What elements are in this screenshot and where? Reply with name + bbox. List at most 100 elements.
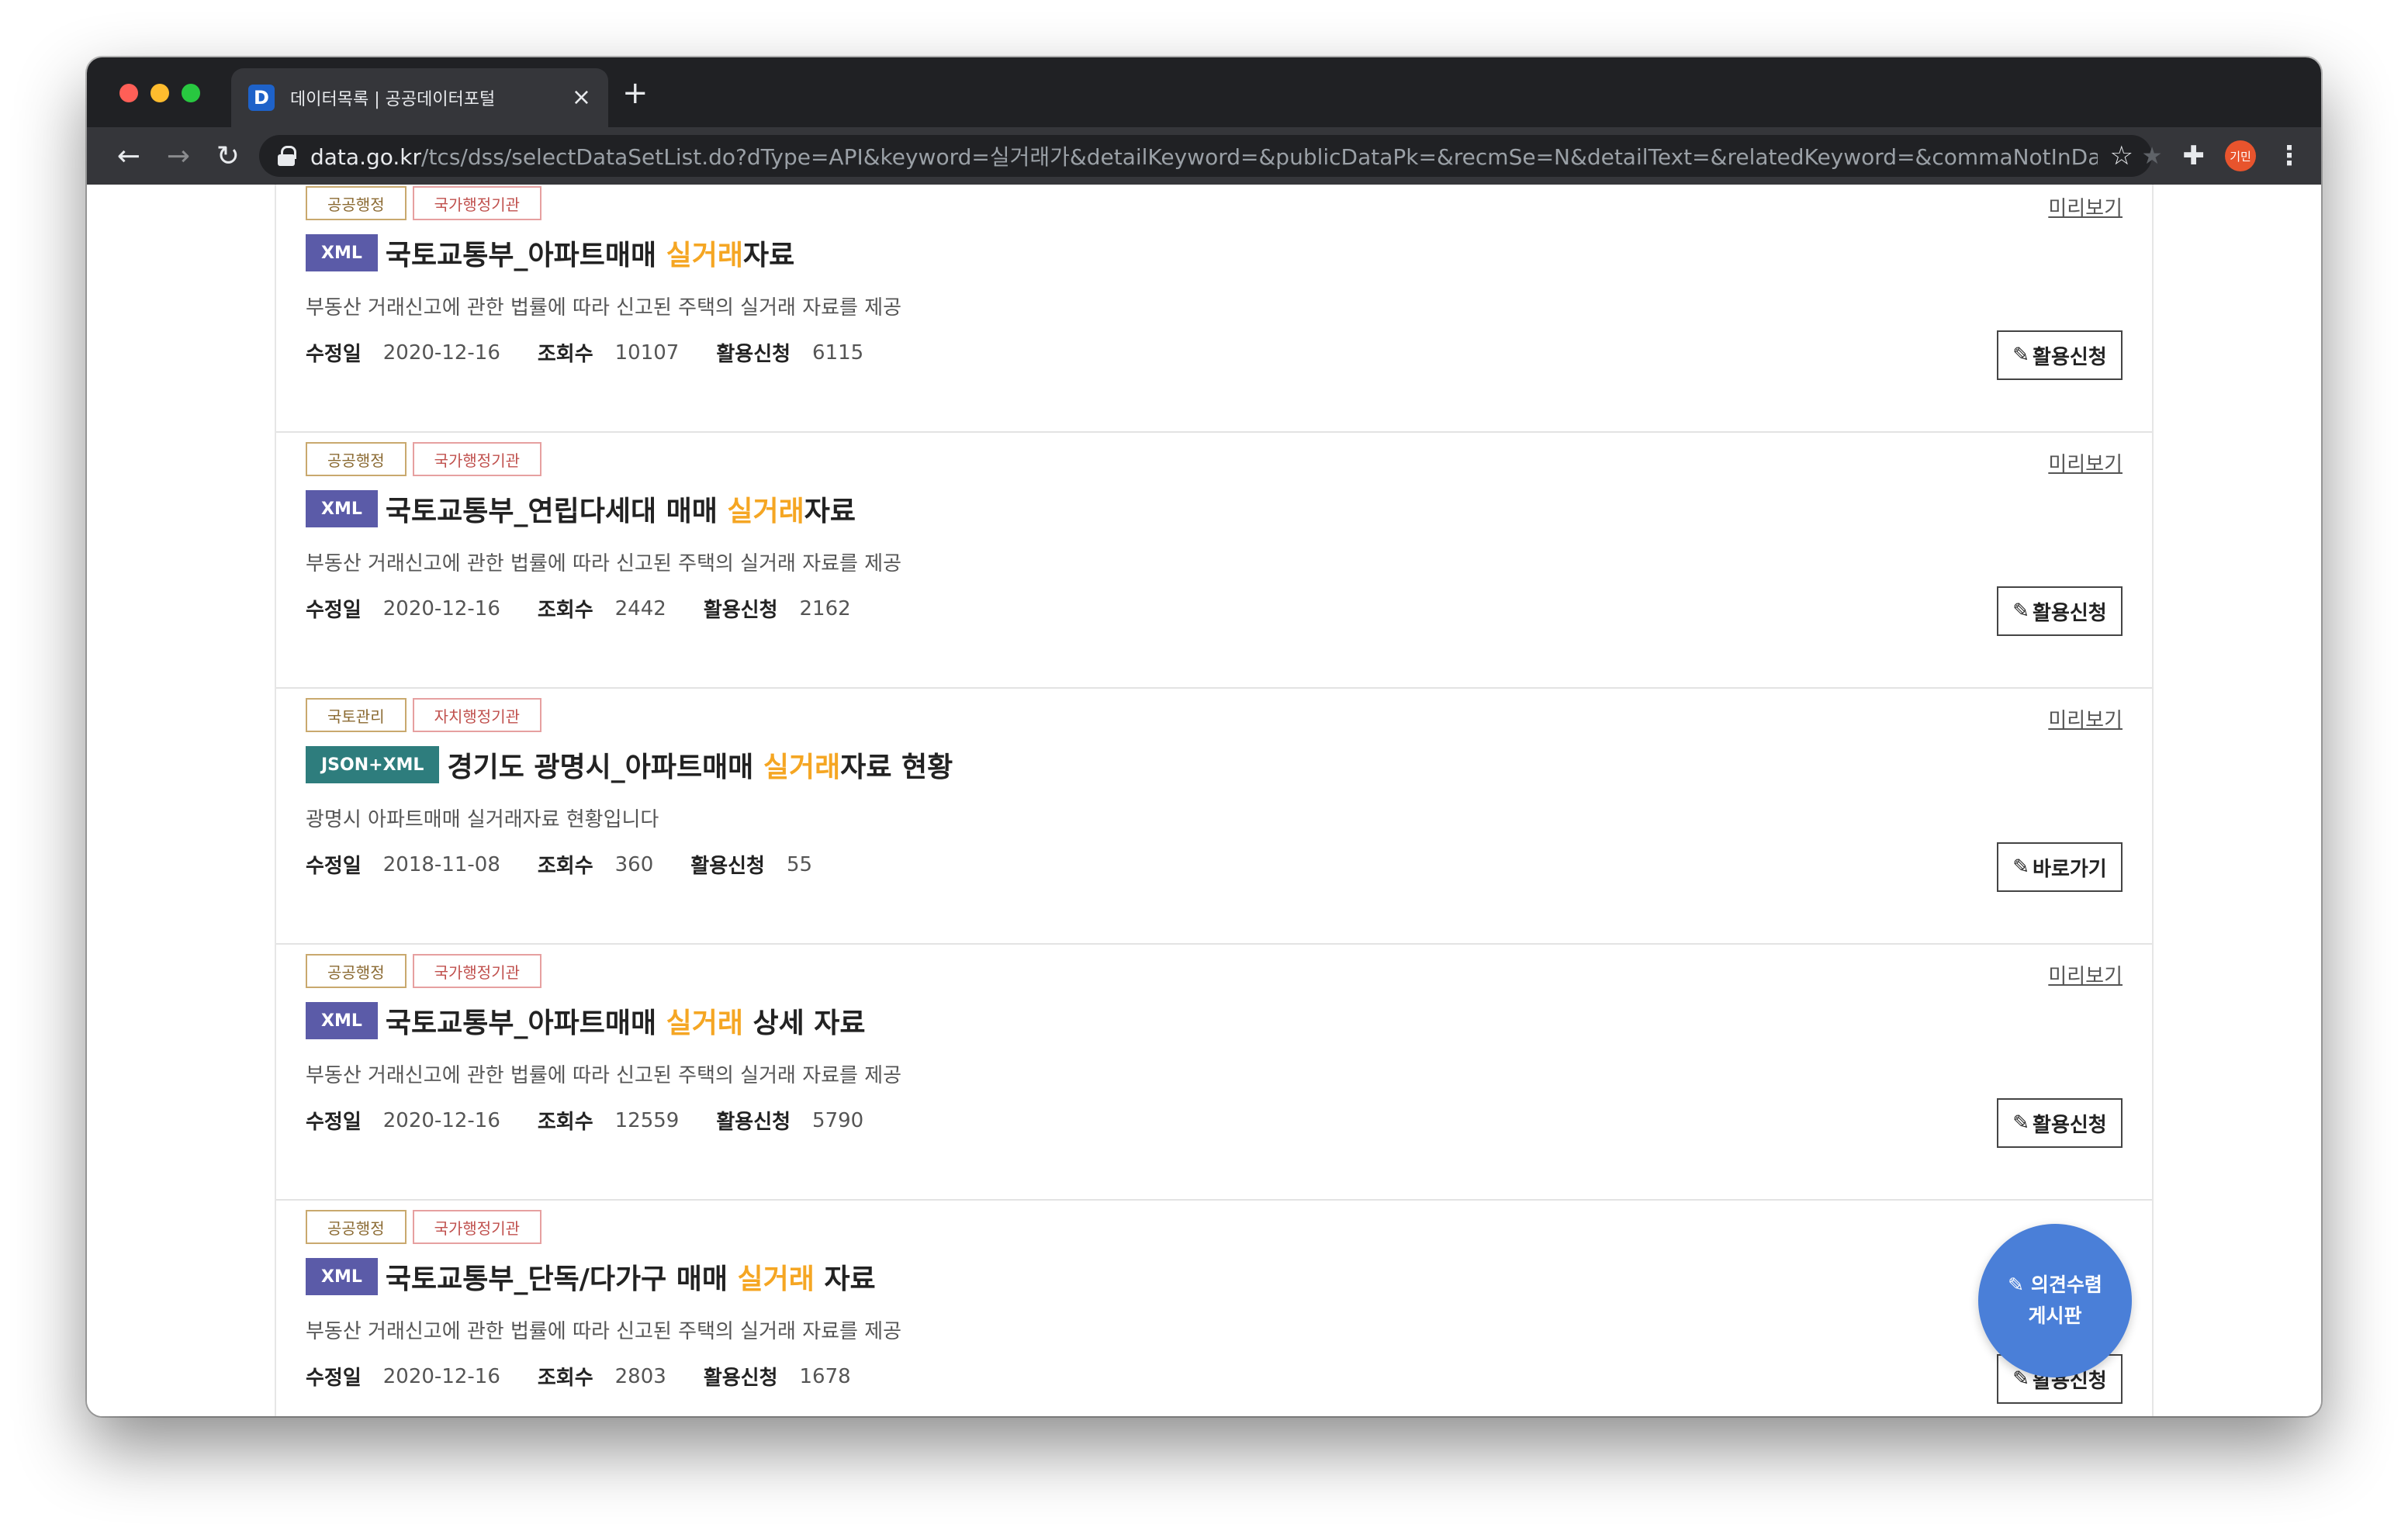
applications-value: 5790: [812, 1108, 864, 1132]
title-text: 국토교통부_단독/다가구 매매: [385, 1263, 738, 1295]
views-label: 조회수: [537, 1367, 593, 1390]
extension-star-icon[interactable]: ★: [2142, 143, 2163, 170]
applications-label: 활용신청: [716, 343, 791, 366]
dataset-item: 공공행정 국가행정기관 XML 국토교통부_아파트매매 실거래 상세 자료 부동…: [276, 946, 2152, 1201]
window-controls: [119, 84, 200, 102]
url-path: /tcs/dss/selectDataSetList.do?dType=API&…: [421, 144, 2098, 170]
modified-value: 2020-12-16: [382, 1364, 500, 1388]
views-label: 조회수: [537, 1111, 593, 1134]
close-window-button[interactable]: [119, 84, 138, 102]
preview-link[interactable]: 미리보기: [2048, 448, 2123, 477]
page-content: 공공행정 국가행정기관 XML 국토교통부_아파트매매 실거래자료 부동산 거래…: [87, 185, 2321, 1416]
item-description: 부동산 거래신고에 관한 법률에 따라 신고된 주택의 실거래 자료를 제공: [306, 552, 902, 575]
goto-button[interactable]: ✎ 바로가기: [1997, 842, 2123, 892]
item-title[interactable]: 국토교통부_단독/다가구 매매 실거래 자료: [386, 1256, 876, 1297]
title-text: 상세 자료: [742, 1007, 866, 1039]
minimize-window-button[interactable]: [150, 84, 169, 102]
views-value: 10107: [614, 340, 680, 365]
pencil-icon: ✎: [2008, 1274, 2025, 1296]
item-title-row[interactable]: XML 국토교통부_연립다세대 매매 실거래자료: [306, 489, 856, 529]
dataset-item: 공공행정 국가행정기관 XML 국토교통부_아파트매매 실거래자료 부동산 거래…: [276, 185, 2152, 433]
apply-button[interactable]: ✎ 활용신청: [1997, 586, 2123, 636]
title-text: 자료: [742, 240, 795, 271]
tab-bar: D 데이터목록 | 공공데이터포털 × +: [87, 57, 2321, 127]
applications-value: 6115: [812, 340, 864, 365]
title-text: 국토교통부_연립다세대 매매: [385, 496, 728, 527]
preview-link[interactable]: 미리보기: [2048, 192, 2123, 221]
item-tags: 공공행정 국가행정기관: [306, 1210, 542, 1244]
tab-close-icon[interactable]: ×: [572, 86, 591, 109]
category-tag: 공공행정: [306, 186, 407, 220]
item-title-row[interactable]: XML 국토교통부_단독/다가구 매매 실거래 자료: [306, 1256, 876, 1297]
format-badge: XML: [306, 490, 378, 527]
format-badge: XML: [306, 1258, 378, 1295]
url-host: data.go.kr: [310, 144, 422, 170]
browser-window: D 데이터목록 | 공공데이터포털 × + ← → ↻ data.go.kr/t…: [87, 57, 2321, 1416]
views-value: 2803: [614, 1364, 666, 1388]
action-label: 활용신청: [2033, 601, 2107, 625]
reload-button[interactable]: ↻: [203, 140, 253, 172]
views-value: 360: [614, 852, 654, 876]
applications-label: 활용신청: [703, 1367, 778, 1390]
modified-value: 2018-11-08: [382, 852, 500, 876]
applications-value: 55: [786, 852, 813, 876]
lock-icon: [278, 146, 296, 166]
views-label: 조회수: [537, 599, 593, 622]
action-label: 활용신청: [2033, 345, 2107, 369]
preview-link[interactable]: 미리보기: [2048, 960, 2123, 989]
pencil-icon: ✎: [2012, 600, 2030, 623]
back-button[interactable]: ←: [104, 140, 154, 172]
site-favicon-icon: D: [248, 85, 275, 111]
apply-button[interactable]: ✎ 활용신청: [1997, 330, 2123, 380]
title-highlight: 실거래: [763, 752, 841, 783]
title-highlight: 실거래: [666, 240, 743, 271]
views-value: 12559: [614, 1108, 680, 1132]
address-bar[interactable]: data.go.kr/tcs/dss/selectDataSetList.do?…: [259, 135, 2152, 177]
item-title-row[interactable]: XML 국토교통부_아파트매매 실거래 상세 자료: [306, 1001, 866, 1041]
fab-label: 의견수렴: [2030, 1274, 2102, 1296]
format-badge: XML: [306, 234, 378, 271]
item-meta: 수정일 2020-12-16 조회수 2803 활용신청 1678: [306, 1362, 888, 1391]
tab-title: 데이터목록 | 공공데이터포털: [290, 90, 496, 109]
item-title[interactable]: 국토교통부_연립다세대 매매 실거래자료: [386, 489, 856, 529]
url-text: data.go.kr/tcs/dss/selectDataSetList.do?…: [310, 140, 2098, 171]
modified-label: 수정일: [306, 343, 362, 366]
extensions-puzzle-icon[interactable]: ✚: [2183, 140, 2206, 171]
modified-value: 2020-12-16: [382, 340, 500, 365]
item-tags: 공공행정 국가행정기관: [306, 186, 542, 220]
action-label: 활용신청: [2033, 1113, 2107, 1137]
category-tag: 공공행정: [306, 442, 407, 476]
active-tab[interactable]: D 데이터목록 | 공공데이터포털 ×: [231, 68, 608, 127]
category-tag: 국토관리: [306, 698, 407, 732]
new-tab-button[interactable]: +: [622, 78, 649, 109]
preview-link[interactable]: 미리보기: [2048, 704, 2123, 733]
item-title[interactable]: 국토교통부_아파트매매 실거래자료: [386, 233, 794, 273]
applications-value: 1678: [799, 1364, 851, 1388]
dataset-list: 공공행정 국가행정기관 XML 국토교통부_아파트매매 실거래자료 부동산 거래…: [275, 185, 2154, 1416]
item-meta: 수정일 2018-11-08 조회수 360 활용신청 55: [306, 850, 849, 879]
title-text: 경기도 광명시_아파트매매: [447, 752, 763, 783]
modified-value: 2020-12-16: [382, 596, 500, 620]
pencil-icon: ✎: [2012, 344, 2030, 367]
org-type-tag: 자치행정기관: [412, 698, 542, 732]
toolbar-right: ★ ✚ 기민 ⋮: [2142, 135, 2302, 177]
apply-button[interactable]: ✎ 활용신청: [1997, 1098, 2123, 1148]
dataset-item: 국토관리 자치행정기관 JSON+XML 경기도 광명시_아파트매매 실거래자료…: [276, 690, 2152, 945]
browser-menu-icon[interactable]: ⋮: [2276, 140, 2302, 171]
org-type-tag: 국가행정기관: [412, 954, 542, 988]
applications-label: 활용신청: [716, 1111, 791, 1134]
pencil-icon: ✎: [2012, 855, 2030, 879]
profile-avatar[interactable]: 기민: [2225, 140, 2256, 171]
forward-button[interactable]: →: [154, 140, 203, 172]
item-title[interactable]: 경기도 광명시_아파트매매 실거래자료 현황: [447, 745, 953, 785]
item-title-row[interactable]: XML 국토교통부_아파트매매 실거래자료: [306, 233, 794, 273]
item-title-row[interactable]: JSON+XML 경기도 광명시_아파트매매 실거래자료 현황: [306, 745, 953, 785]
bookmark-star-icon[interactable]: ☆: [2110, 140, 2133, 171]
item-meta: 수정일 2020-12-16 조회수 10107 활용신청 6115: [306, 338, 901, 367]
title-text: 자료: [814, 1263, 876, 1295]
maximize-window-button[interactable]: [182, 84, 200, 102]
item-title[interactable]: 국토교통부_아파트매매 실거래 상세 자료: [386, 1001, 866, 1041]
feedback-board-button[interactable]: ✎ 의견수렴 게시판: [1978, 1224, 2132, 1377]
item-tags: 공공행정 국가행정기관: [306, 442, 542, 476]
org-type-tag: 국가행정기관: [412, 186, 542, 220]
